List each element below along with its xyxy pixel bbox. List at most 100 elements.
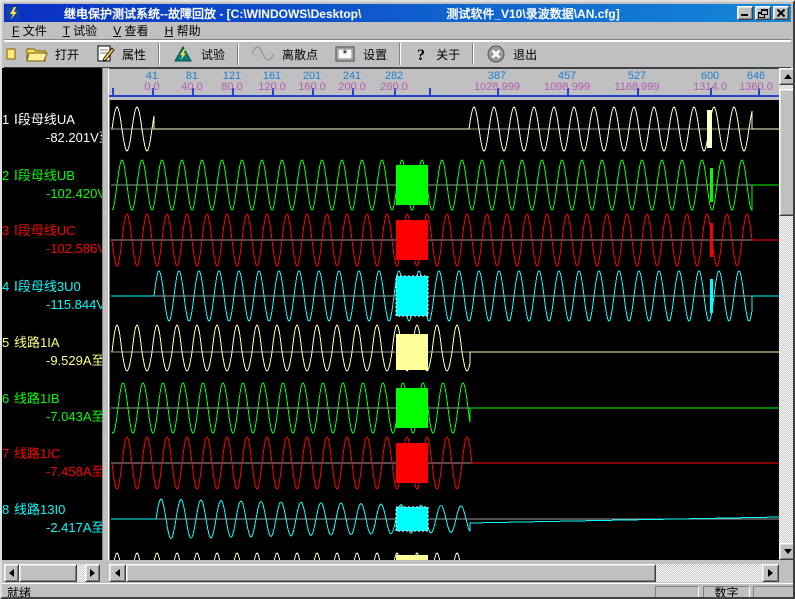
- channel-name: 线路1IB: [14, 391, 60, 406]
- right-arrow-icon: [90, 569, 99, 577]
- channel-label[interactable]: 3Ⅰ段母线UC -102.586V至: [2, 223, 102, 256]
- lightning-icon: [172, 45, 194, 63]
- scroll-left-button[interactable]: [109, 564, 126, 582]
- waveform-plot[interactable]: [109, 100, 779, 562]
- vscroll-thumb[interactable]: [779, 89, 795, 216]
- ruler-ms-label: 1098.999: [544, 81, 590, 93]
- label-scroll-right-button[interactable]: [85, 564, 100, 582]
- channel-range: -2.417A至4.: [2, 520, 102, 535]
- channel-label[interactable]: 1Ⅰ段母线UA -82.201V至8: [2, 112, 102, 145]
- menu-test[interactable]: T 试验: [55, 21, 105, 40]
- sine-wave-icon: [251, 45, 275, 63]
- scroll-right-button[interactable]: [762, 564, 779, 582]
- channel-name: 线路1IA: [14, 335, 60, 350]
- menu-bar: F 文件 T 试验 V 查看 H 帮助: [4, 22, 791, 40]
- ruler-ms-label: 1314.0: [693, 81, 727, 93]
- cursor-marker: [710, 279, 713, 313]
- discrete-points-label: 离散点: [282, 46, 318, 63]
- channel-range: -9.529A至14: [2, 353, 102, 368]
- test-button[interactable]: 试验: [164, 42, 233, 66]
- channel-label[interactable]: 8线路13I0 -2.417A至4.: [2, 502, 102, 535]
- ruler-ms-label: 160.0: [298, 81, 326, 93]
- waveforms: [111, 100, 780, 562]
- vertical-scrollbar[interactable]: [779, 68, 795, 560]
- channel-number: 1: [2, 112, 14, 127]
- waveform-hscrollbar[interactable]: [109, 564, 779, 582]
- ruler-baseline: [109, 95, 779, 97]
- toolbar-separator: [158, 43, 160, 65]
- toolbar-separator: [237, 43, 239, 65]
- restore-button[interactable]: [755, 6, 771, 20]
- ruler-ms-label: 40.0: [181, 81, 202, 93]
- close-button[interactable]: [773, 6, 789, 20]
- hscroll-thumb[interactable]: [126, 564, 656, 582]
- channel-number: 6: [2, 391, 14, 406]
- cursor-marker: [707, 110, 712, 148]
- ruler-tick: [429, 88, 431, 95]
- minimize-button[interactable]: [737, 6, 753, 20]
- label-scroll-left-button[interactable]: [4, 564, 19, 582]
- settings-button[interactable]: * 设置: [326, 42, 395, 66]
- channel-label[interactable]: 7线路1IC -7.458A至7.: [2, 446, 102, 479]
- menu-help[interactable]: H 帮助: [157, 21, 209, 40]
- channel-label[interactable]: 5线路1IA -9.529A至14: [2, 335, 102, 368]
- discrete-point-block: [396, 443, 428, 483]
- channel-range: -102.586V至: [2, 241, 102, 256]
- channel-range: -82.201V至8: [2, 130, 102, 145]
- status-cell: [655, 586, 699, 599]
- open-button[interactable]: 打开: [18, 42, 87, 66]
- left-arrow-icon: [5, 569, 14, 577]
- ruler-tick: [112, 88, 114, 95]
- ruler-ms-label: 1168.999: [614, 81, 659, 93]
- scroll-down-button[interactable]: [779, 543, 795, 560]
- document-pen-icon: [95, 45, 115, 63]
- ruler-ms-label: 120.0: [258, 81, 286, 93]
- menu-view[interactable]: V 查看: [105, 21, 156, 40]
- toolbar-separator: [472, 43, 474, 65]
- test-label: 试验: [201, 46, 225, 63]
- status-bar: 就绪 数字: [2, 583, 795, 599]
- label-hscroll-thumb[interactable]: [19, 564, 77, 582]
- discrete-point-block: [396, 507, 428, 531]
- app-icon[interactable]: [6, 6, 20, 20]
- properties-button[interactable]: 属性: [87, 42, 154, 66]
- question-mark-icon: ?: [413, 45, 429, 63]
- ruler-ms-label: 80.0: [221, 81, 242, 93]
- app-window: 继电保护测试系统--故障回放 - [C:\WINDOWS\Desktop\测试软…: [0, 0, 795, 599]
- channel-label[interactable]: 6线路1IB -7.043A至7.: [2, 391, 102, 424]
- toolbar-grip-icon: [4, 43, 18, 65]
- discrete-point-block: [396, 334, 428, 370]
- menu-file[interactable]: F 文件: [4, 21, 55, 40]
- discrete-points-button[interactable]: 离散点: [243, 42, 326, 66]
- label-panel-hscrollbar[interactable]: [4, 564, 100, 582]
- exit-button[interactable]: 退出: [478, 42, 545, 66]
- cursor-marker: [710, 223, 713, 257]
- channel-name: Ⅰ段母线UA: [14, 112, 75, 127]
- about-button[interactable]: ? 关于: [405, 42, 468, 66]
- toolbar: 打开 属性 试验 离散点: [4, 41, 791, 68]
- channel-name: 线路1IC: [14, 446, 60, 461]
- time-ruler: 410.08140.012180.0161120.0201160.0241200…: [109, 68, 779, 100]
- left-arrow-icon: [111, 569, 120, 577]
- ruler-ms-label: 1360.0: [739, 81, 773, 93]
- ruler-ms-label: 260.0: [380, 81, 408, 93]
- title-bar: 继电保护测试系统--故障回放 - [C:\WINDOWS\Desktop\测试软…: [4, 4, 791, 22]
- channel-range: -7.458A至7.: [2, 464, 102, 479]
- settings-icon: *: [334, 45, 356, 63]
- scroll-up-button[interactable]: [779, 68, 795, 85]
- status-cell: [753, 586, 795, 599]
- pane-splitter[interactable]: [102, 68, 109, 583]
- channel-label[interactable]: 2Ⅰ段母线UB -102.420V至: [2, 168, 102, 201]
- channel-range: -7.043A至7.: [2, 409, 102, 424]
- discrete-point-block: [396, 220, 428, 260]
- down-arrow-icon: [784, 549, 792, 558]
- channel-number: 5: [2, 335, 14, 350]
- channel-number: 2: [2, 168, 14, 183]
- ruler-ms-label: 1028.999: [474, 81, 520, 93]
- ruler-ms-label: 0.0: [144, 81, 159, 93]
- channel-label[interactable]: 4Ⅰ段母线3U0 -115.844V至: [2, 279, 102, 312]
- cursor-marker: [710, 168, 713, 202]
- toolbar-separator: [399, 43, 401, 65]
- open-label: 打开: [55, 46, 79, 63]
- discrete-point-block: [396, 165, 428, 205]
